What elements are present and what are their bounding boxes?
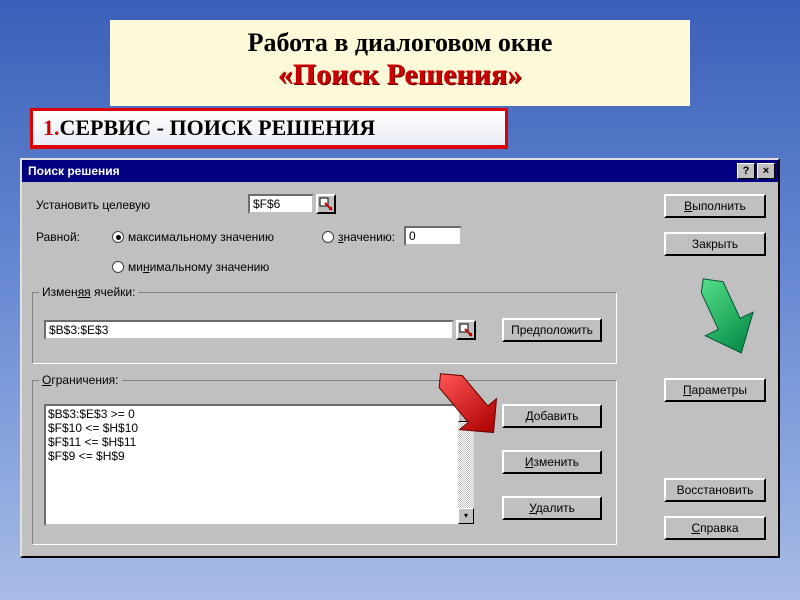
change-button[interactable]: Изменить <box>502 450 602 474</box>
step-text: СЕРВИС - ПОИСК РЕШЕНИЯ <box>60 115 376 140</box>
execute-button[interactable]: Выполнить <box>664 194 766 218</box>
restore-button[interactable]: Восстановить <box>664 478 766 502</box>
changing-cells-input[interactable]: $B$3:$E$3 <box>44 320 454 340</box>
radio-value[interactable]: значению: <box>322 230 395 244</box>
help-titlebar-button[interactable]: ? <box>737 163 755 179</box>
dialog-body: Установить целевую $F$6 Равной: максимал… <box>22 182 778 556</box>
cell-picker-button-2[interactable] <box>456 320 476 340</box>
dialog-titlebar: Поиск решения ? × <box>22 160 778 182</box>
radio-value-bullet <box>322 231 334 243</box>
slide-title-line1: Работа в диалоговом окне <box>130 28 670 58</box>
slide-title-block: Работа в диалоговом окне «Поиск Решения» <box>110 20 690 106</box>
radio-min-label: минимальному значению <box>128 260 269 274</box>
constraints-listbox[interactable]: $B$3:$E$3 >= 0 $F$10 <= $H$10 $F$11 <= $… <box>44 404 476 526</box>
step-number: 1. <box>43 115 60 140</box>
cell-picker-icon <box>319 197 333 211</box>
radio-min[interactable]: минимальному значению <box>112 260 269 274</box>
changing-cells-label: Изменяя ячейки: <box>39 285 138 299</box>
radio-max-bullet <box>112 231 124 243</box>
slide-title-line2: «Поиск Решения» <box>130 58 670 92</box>
scroll-down-icon[interactable]: ▾ <box>458 508 474 524</box>
guess-button[interactable]: Предположить <box>502 318 602 342</box>
params-button[interactable]: Параметры <box>664 378 766 402</box>
target-cell-input[interactable]: $F$6 <box>248 194 314 214</box>
radio-min-bullet <box>112 261 124 273</box>
constraint-row[interactable]: $B$3:$E$3 >= 0 <box>48 407 472 421</box>
dialog-title: Поиск решения <box>28 164 735 178</box>
radio-max[interactable]: максимальному значению <box>112 230 274 244</box>
equal-label: Равной: <box>36 230 80 244</box>
radio-max-label: максимальному значению <box>128 230 274 244</box>
constraint-row[interactable]: $F$11 <= $H$11 <box>48 435 472 449</box>
constraint-row[interactable]: $F$9 <= $H$9 <box>48 449 472 463</box>
scroll-up-icon[interactable]: ▴ <box>458 406 474 422</box>
help-button[interactable]: Справка <box>664 516 766 540</box>
solver-dialog: Поиск решения ? × Установить целевую $F$… <box>20 158 780 558</box>
close-button[interactable]: Закрыть <box>664 232 766 256</box>
target-label: Установить целевую <box>36 198 150 212</box>
cell-picker-icon <box>459 323 473 337</box>
scroll-track[interactable] <box>458 422 474 508</box>
step-instruction: 1.СЕРВИС - ПОИСК РЕШЕНИЯ <box>30 108 508 149</box>
value-input[interactable]: 0 <box>404 226 462 246</box>
add-button[interactable]: Добавить <box>502 404 602 428</box>
delete-button[interactable]: Удалить <box>502 496 602 520</box>
listbox-scrollbar[interactable]: ▴ ▾ <box>458 406 474 524</box>
radio-value-label: значению: <box>338 230 395 244</box>
close-titlebar-button[interactable]: × <box>757 163 775 179</box>
green-arrow-icon <box>688 276 758 361</box>
constraint-row[interactable]: $F$10 <= $H$10 <box>48 421 472 435</box>
constraints-label: Ограничения: <box>39 373 122 387</box>
cell-picker-button[interactable] <box>316 194 336 214</box>
